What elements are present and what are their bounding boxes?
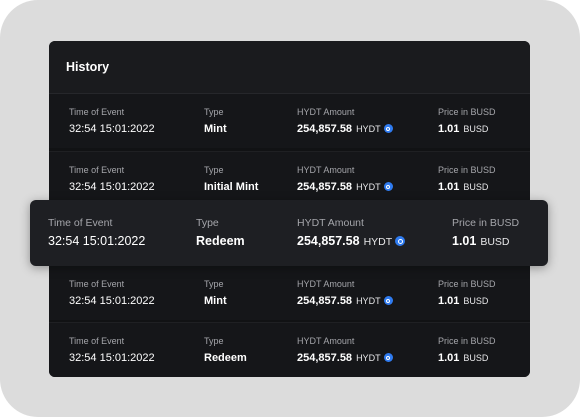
time-label: Time of Event [48, 217, 113, 229]
amount-value: 254,857.58 HYDT [297, 123, 393, 135]
price-unit: BUSD [463, 182, 489, 192]
price-label: Price in BUSD [452, 217, 520, 229]
price-label: Price in BUSD [438, 107, 496, 117]
price-number: 1.01 [438, 352, 460, 364]
type-value: Redeem [204, 352, 247, 364]
amount-number: 254,857.58 [297, 123, 353, 135]
amount-label: HYDT Amount [297, 217, 364, 229]
type-value: Mint [204, 123, 227, 135]
time-label: Time of Event [69, 336, 125, 346]
amount-unit: HYDT [356, 296, 381, 306]
history-row[interactable]: Time of Event 32:54 15:01:2022 Type Rede… [49, 322, 530, 377]
price-number: 1.01 [438, 295, 460, 307]
amount-label: HYDT Amount [297, 279, 355, 289]
price-unit: BUSD [463, 353, 489, 363]
hydt-token-icon [383, 124, 393, 133]
price-label: Price in BUSD [438, 279, 496, 289]
price-unit: BUSD [463, 296, 489, 306]
amount-number: 254,857.58 [297, 352, 353, 364]
time-value: 32:54 15:01:2022 [69, 181, 155, 193]
price-value: 1.01 BUSD [438, 295, 488, 307]
price-value: 1.01 BUSD [452, 234, 510, 248]
price-unit: BUSD [463, 124, 489, 134]
history-row[interactable]: Time of Event 32:54 15:01:2022 Type Init… [49, 151, 530, 206]
price-number: 1.01 [438, 181, 460, 193]
price-number: 1.01 [452, 234, 477, 248]
history-header: History [49, 41, 530, 94]
history-row-highlighted[interactable]: Time of Event 32:54 15:01:2022 Type Rede… [30, 200, 548, 266]
hydt-token-icon [383, 296, 393, 305]
price-value: 1.01 BUSD [438, 181, 488, 193]
time-value: 32:54 15:01:2022 [48, 234, 146, 248]
price-unit: BUSD [480, 236, 510, 248]
price-value: 1.01 BUSD [438, 352, 488, 364]
type-label: Type [204, 165, 224, 175]
history-row[interactable]: Time of Event 32:54 15:01:2022 Type Mint… [49, 265, 530, 320]
amount-value: 254,857.58 HYDT [297, 181, 393, 193]
price-value: 1.01 BUSD [438, 123, 488, 135]
amount-number: 254,857.58 [297, 295, 353, 307]
hydt-token-icon [383, 182, 393, 191]
price-label: Price in BUSD [438, 165, 496, 175]
price-label: Price in BUSD [438, 336, 496, 346]
type-label: Type [196, 217, 219, 229]
time-label: Time of Event [69, 279, 125, 289]
amount-number: 254,857.58 [297, 234, 360, 248]
type-label: Type [204, 107, 224, 117]
amount-value: 254,857.58 HYDT [297, 295, 393, 307]
hydt-token-icon [395, 236, 406, 246]
amount-label: HYDT Amount [297, 165, 355, 175]
type-label: Type [204, 279, 224, 289]
amount-unit: HYDT [356, 124, 381, 134]
amount-unit: HYDT [356, 353, 381, 363]
amount-value: 254,857.58 HYDT [297, 352, 393, 364]
amount-unit: HYDT [356, 182, 381, 192]
history-row[interactable]: Time of Event 32:54 15:01:2022 Type Mint… [49, 94, 530, 148]
amount-value: 254,857.58 HYDT [297, 234, 406, 248]
time-value: 32:54 15:01:2022 [69, 295, 155, 307]
history-title: History [66, 60, 110, 74]
type-value: Mint [204, 295, 227, 307]
hydt-token-icon [383, 353, 393, 362]
price-number: 1.01 [438, 123, 460, 135]
amount-unit: HYDT [363, 236, 393, 248]
type-value: Redeem [196, 234, 245, 248]
time-label: Time of Event [69, 107, 125, 117]
amount-number: 254,857.58 [297, 181, 353, 193]
time-value: 32:54 15:01:2022 [69, 352, 155, 364]
type-value: Initial Mint [204, 181, 259, 193]
time-value: 32:54 15:01:2022 [69, 123, 155, 135]
amount-label: HYDT Amount [297, 336, 355, 346]
type-label: Type [204, 336, 224, 346]
amount-label: HYDT Amount [297, 107, 355, 117]
time-label: Time of Event [69, 165, 125, 175]
